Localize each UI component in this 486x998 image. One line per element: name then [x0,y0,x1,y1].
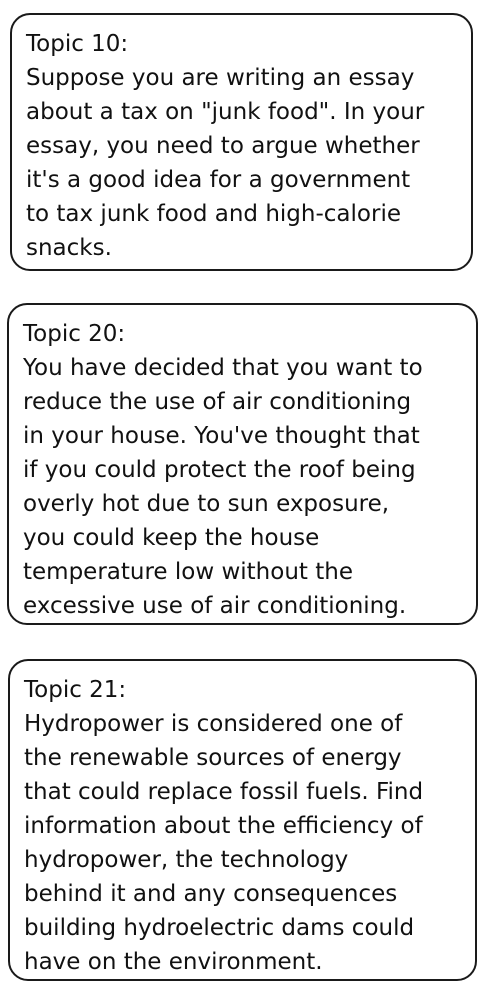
topic-card-10: Topic 10: Suppose you are writing an ess… [10,13,473,271]
topic-card-21: Topic 21: Hydropower is considered one o… [8,659,477,981]
description-line: overly hot due to sun exposure, [23,491,390,517]
topic-heading: Topic 10: [26,31,129,57]
description-line: that could replace fossil fuels. Find [24,779,424,805]
description-line: You have decided that you want to [23,355,423,381]
topic-heading: Topic 21: [24,677,127,703]
description-line: temperature low without the [23,559,353,585]
description-line: it's a good idea for a government [26,167,411,193]
description-line: information about the efficiency of [24,813,423,839]
description-line: essay, you need to argue whether [26,133,420,159]
topic-card-20: Topic 20: You have decided that you want… [7,303,478,625]
topic-description: Suppose you are writing an essay about a… [26,61,459,265]
description-line: about a tax on "junk food". In your [26,99,425,125]
topic-description: You have decided that you want to reduce… [23,351,464,623]
description-line: if you could protect the roof being [23,457,416,483]
description-line: Suppose you are writing an essay [26,65,415,91]
description-line: building hydroelectric dams could [24,915,415,941]
description-line: in your house. You've thought that [23,423,420,449]
topic-heading: Topic 20: [23,321,126,347]
description-line: behind it and any consequences [24,881,398,907]
description-line: Hydropower is considered one of [24,711,403,737]
description-line: snacks. [26,235,112,261]
description-line: the renewable sources of energy [24,745,402,771]
description-line: you could keep the house [23,525,320,551]
description-line: to tax junk food and high-calorie [26,201,401,227]
description-line: have on the environment. [24,949,323,975]
description-line: hydropower, the technology [24,847,349,873]
topic-description: Hydropower is considered one of the rene… [24,707,463,979]
description-line: excessive use of air conditioning. [23,593,407,619]
description-line: reduce the use of air conditioning [23,389,412,415]
